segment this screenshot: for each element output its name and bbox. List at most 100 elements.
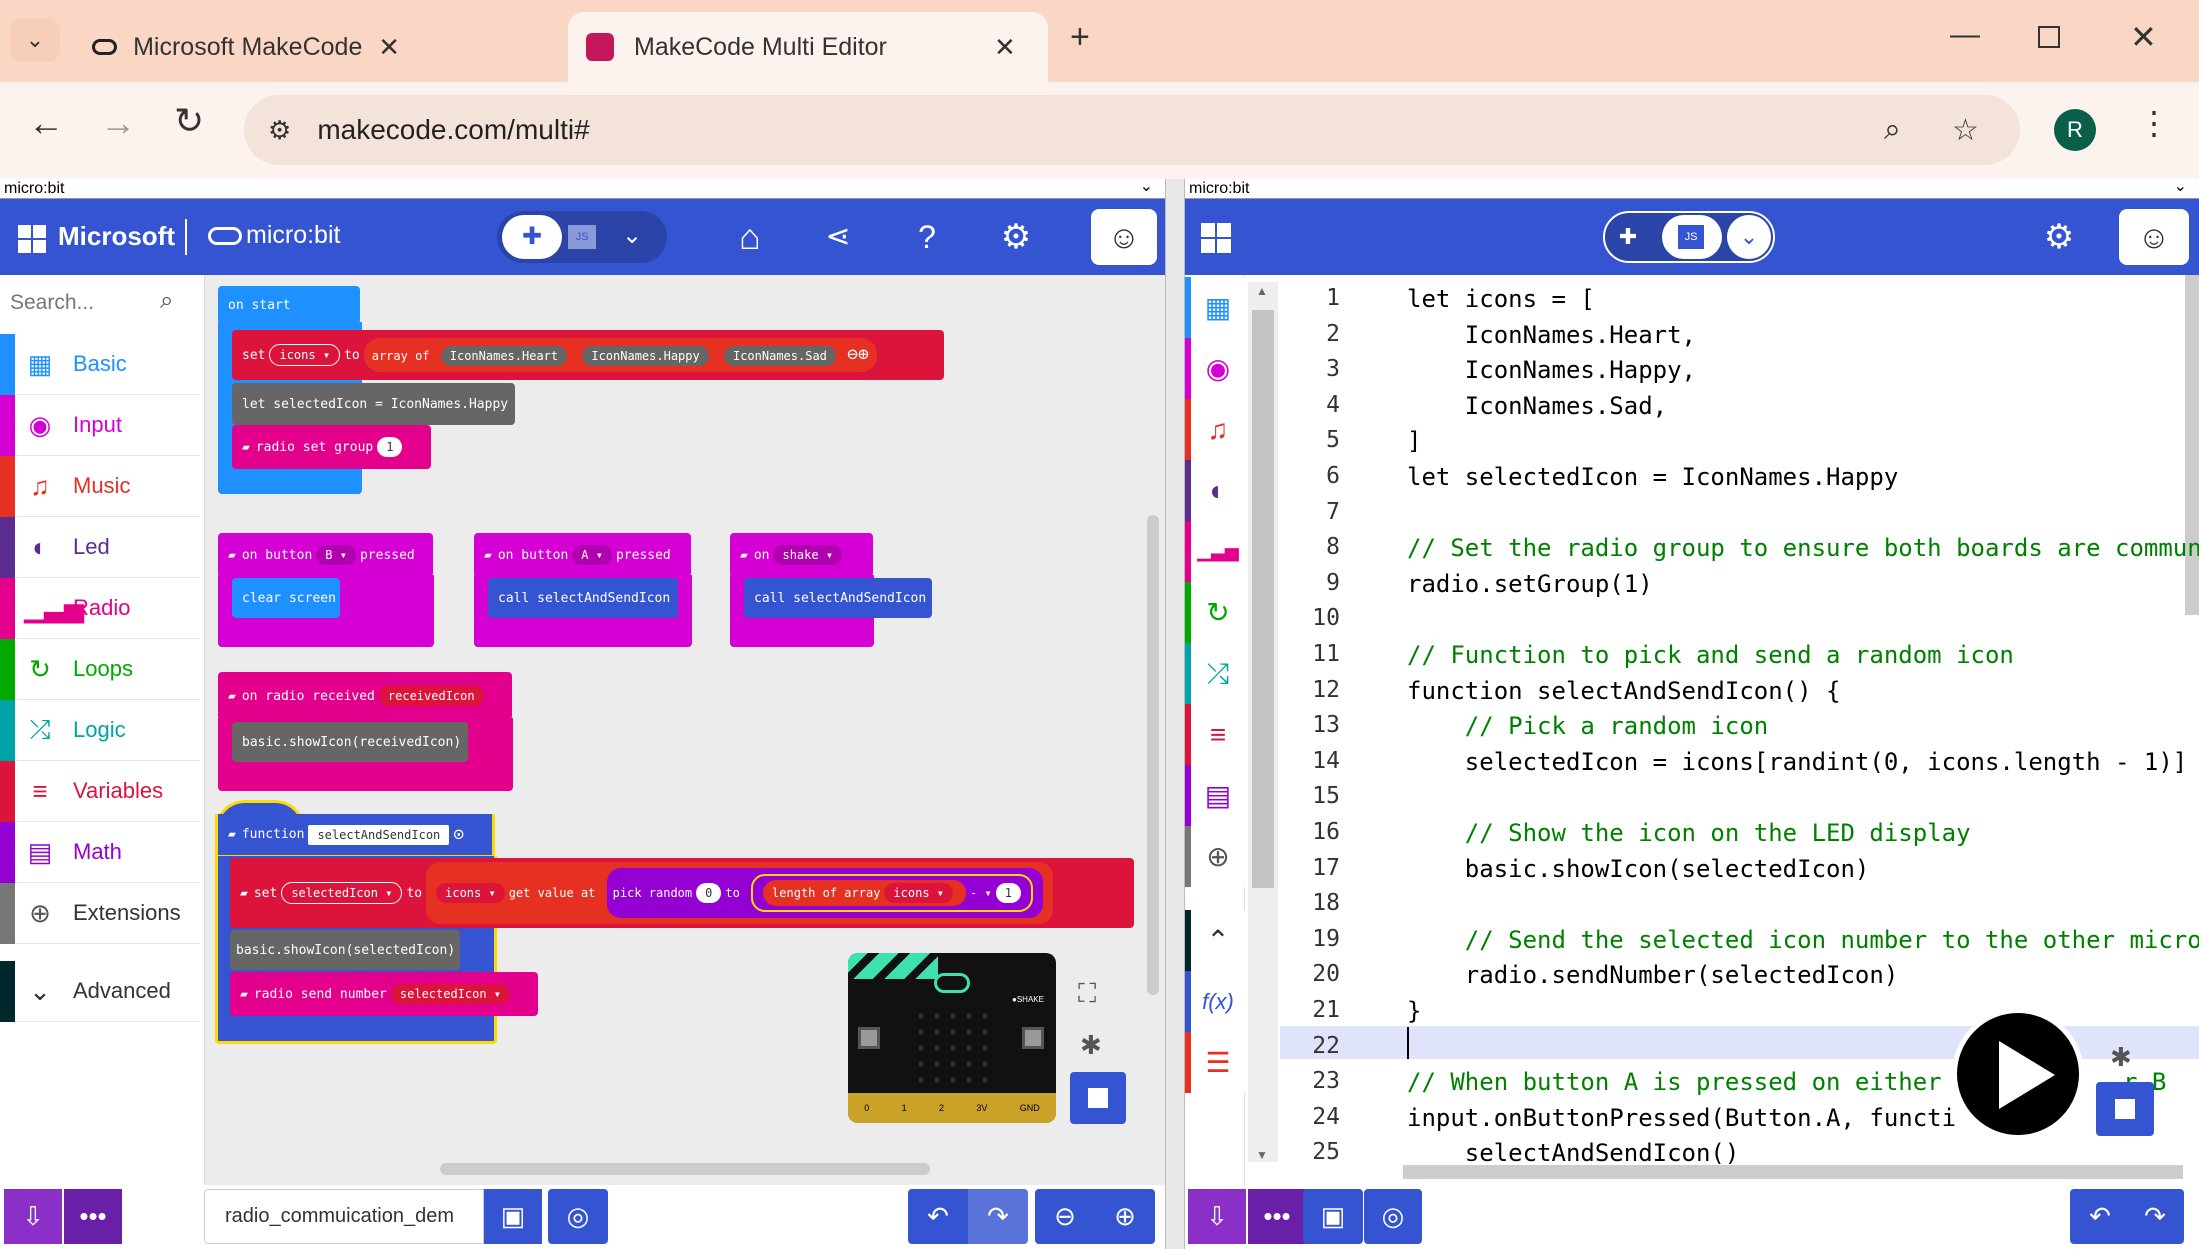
windows-grid-icon[interactable] bbox=[1201, 223, 1231, 253]
toolbox-search[interactable]: ⌕ bbox=[0, 275, 200, 335]
sim-button-b[interactable] bbox=[1022, 1027, 1044, 1049]
close-tab-icon[interactable]: ✕ bbox=[994, 32, 1016, 63]
radio-set-group-block[interactable]: ▰ radio set group 1 bbox=[232, 425, 431, 469]
download-button[interactable]: ⇩ bbox=[1188, 1189, 1246, 1244]
code-line[interactable]: // Pick a random icon bbox=[1407, 712, 1768, 740]
set-selected-icon-block[interactable]: ▰ set selectedIcon ▾ to icons ▾ get value… bbox=[230, 858, 1134, 928]
code-line[interactable]: IconNames.Happy, bbox=[1407, 356, 1696, 384]
chevron-up-icon[interactable]: ⌃ bbox=[1185, 910, 1245, 971]
get-value-block[interactable]: icons ▾ get value at pick random 0 to lengt… bbox=[426, 862, 1053, 924]
category-basic[interactable]: ▦ Basic bbox=[0, 334, 200, 395]
code-line[interactable]: radio.setGroup(1) bbox=[1407, 570, 1653, 598]
zoom-out-button[interactable]: ⊖ bbox=[1035, 1189, 1095, 1244]
more-options-button[interactable]: ••• bbox=[64, 1189, 122, 1244]
code-line[interactable]: function selectAndSendIcon() { bbox=[1407, 677, 1840, 705]
microsoft-logo[interactable] bbox=[18, 225, 46, 253]
redo-button[interactable]: ↷ bbox=[2126, 1189, 2184, 1244]
save-button[interactable]: ▣ bbox=[484, 1189, 542, 1244]
code-line[interactable]: // Show the icon on the LED display bbox=[1407, 819, 1971, 847]
code-line[interactable]: basic.showIcon(selectedIcon) bbox=[1407, 855, 1870, 883]
var-dropdown[interactable]: selectedIcon ▾ bbox=[281, 882, 403, 904]
editor-v-scrollbar[interactable] bbox=[2185, 275, 2199, 615]
category-math[interactable]: ▤ Math bbox=[0, 822, 200, 883]
zoom-icon[interactable]: ⌕ bbox=[1884, 113, 1901, 147]
array-of-block[interactable]: array of IconNames.Heart IconNames.Happy… bbox=[363, 338, 877, 372]
save-button[interactable]: ▣ bbox=[1303, 1189, 1363, 1244]
basic-category-icon[interactable]: ▦ bbox=[1185, 277, 1245, 338]
loops-category-icon[interactable]: ↻ bbox=[1185, 582, 1245, 643]
on-start-hat[interactable]: on start bbox=[218, 286, 360, 324]
var-dropdown[interactable]: icons ▾ bbox=[269, 344, 341, 366]
play-video-overlay[interactable] bbox=[1952, 1008, 2084, 1140]
workspace-h-scrollbar[interactable] bbox=[440, 1163, 930, 1175]
chevron-down-icon[interactable]: ⌄ bbox=[622, 221, 642, 250]
workspace-v-scrollbar[interactable] bbox=[1147, 515, 1159, 995]
code-line[interactable]: selectAndSendIcon() bbox=[1407, 1139, 1740, 1167]
category-advanced[interactable]: ⌄ Advanced bbox=[0, 961, 200, 1022]
redo-button[interactable]: ↷ bbox=[968, 1189, 1028, 1244]
code-line[interactable]: // Function to pick and send a random ic… bbox=[1407, 641, 2014, 669]
code-line[interactable]: // Send the selected icon number to the … bbox=[1407, 926, 2199, 954]
call-send-block[interactable]: call selectAndSendIcon bbox=[744, 578, 932, 618]
code-line[interactable]: input.onButtonPressed(Button.A, functi bbox=[1407, 1104, 1956, 1132]
blocks-mode-button[interactable]: ✚ bbox=[1607, 221, 1649, 253]
left-board-select[interactable]: micro:bit ⌄ bbox=[0, 178, 1165, 199]
operator-dropdown[interactable]: - ▾ bbox=[970, 886, 992, 900]
blocks-mode-button[interactable]: ✚ bbox=[502, 215, 562, 259]
javascript-mode-button[interactable]: JS bbox=[568, 225, 596, 249]
new-tab-button[interactable]: + bbox=[1070, 18, 1090, 57]
music-category-icon[interactable]: ♫ bbox=[1185, 399, 1245, 460]
length-of-array-block[interactable]: length of array icons ▾ bbox=[763, 880, 966, 906]
clear-screen-block[interactable]: clear screen bbox=[232, 578, 340, 618]
sim-debug-icon[interactable]: ✱ bbox=[2110, 1042, 2132, 1073]
category-radio[interactable]: ▁▃▅ Radio bbox=[0, 578, 200, 639]
close-window-button[interactable]: ✕ bbox=[2130, 18, 2157, 56]
number-input[interactable]: 1 bbox=[995, 883, 1021, 903]
minimize-button[interactable]: — bbox=[1950, 18, 1980, 52]
github-button[interactable]: ◎ bbox=[1364, 1189, 1422, 1244]
arrays-category-icon[interactable]: ☰ bbox=[1185, 1032, 1245, 1093]
logic-category-icon[interactable]: ⤮ bbox=[1185, 643, 1245, 704]
pin-label[interactable]: GND bbox=[1020, 1103, 1040, 1113]
category-extensions[interactable]: ⊕ Extensions bbox=[0, 883, 200, 944]
pick-random-block[interactable]: pick random 0 to length of array icons ▾ - ▾… bbox=[606, 868, 1043, 918]
code-line[interactable]: IconNames.Heart, bbox=[1407, 321, 1696, 349]
sim-button-a[interactable] bbox=[858, 1027, 880, 1049]
category-loops[interactable]: ↻ Loops bbox=[0, 639, 200, 700]
code-line[interactable]: let icons = [ bbox=[1407, 285, 1595, 313]
sim-stop-button[interactable] bbox=[1070, 1072, 1126, 1124]
received-icon-param[interactable]: receivedIcon bbox=[378, 686, 484, 706]
functions-category-icon[interactable]: f(x) bbox=[1185, 971, 1245, 1032]
scroll-up-icon[interactable]: ▲ bbox=[1256, 284, 1268, 298]
code-line[interactable]: ] bbox=[1407, 427, 1421, 455]
math-category-icon[interactable]: ▤ bbox=[1185, 765, 1245, 826]
help-icon[interactable]: ? bbox=[897, 199, 957, 275]
user-account-button[interactable]: ☺ bbox=[2119, 209, 2189, 265]
extensions-category-icon[interactable]: ⊕ bbox=[1185, 826, 1245, 887]
let-selected-icon-block[interactable]: let selectedIcon = IconNames.Happy bbox=[232, 383, 515, 425]
number-input[interactable]: 0 bbox=[696, 883, 722, 903]
category-variables[interactable]: ≡ Variables bbox=[0, 761, 200, 822]
button-dropdown[interactable]: B ▾ bbox=[316, 545, 356, 565]
led-category-icon[interactable]: ◐ bbox=[1185, 460, 1245, 521]
toolbox-scrollbar[interactable]: ▲ ▼ bbox=[1248, 282, 1278, 1162]
code-line[interactable]: let selectedIcon = IconNames.Happy bbox=[1407, 463, 1898, 491]
pane-divider[interactable] bbox=[1165, 179, 1185, 1249]
close-tab-icon[interactable]: ✕ bbox=[378, 32, 400, 63]
browser-menu-icon[interactable]: ⋮ bbox=[2138, 104, 2170, 142]
var-dropdown[interactable]: selectedIcon ▾ bbox=[390, 984, 511, 1004]
variables-category-icon[interactable]: ≡ bbox=[1185, 704, 1245, 765]
var-dropdown[interactable]: icons ▾ bbox=[884, 883, 953, 903]
pin-label[interactable]: 0 bbox=[864, 1103, 869, 1113]
icon-sad[interactable]: IconNames.Sad bbox=[723, 346, 836, 366]
url-bar[interactable]: ⚙ makecode.com/multi# ⌕ ☆ bbox=[244, 95, 2020, 165]
category-input[interactable]: ◉ Input bbox=[0, 395, 200, 456]
pin-label[interactable]: 1 bbox=[902, 1103, 907, 1113]
input-category-icon[interactable]: ◉ bbox=[1185, 338, 1245, 399]
maximize-button[interactable] bbox=[2038, 26, 2060, 48]
code-line[interactable]: // Set the radio group to ensure both bo… bbox=[1407, 534, 2199, 562]
javascript-mode-button[interactable]: JS bbox=[1662, 215, 1722, 259]
set-icons-block[interactable]: set icons ▾ to array of IconNames.Heart … bbox=[232, 330, 944, 380]
zoom-in-button[interactable]: ⊕ bbox=[1095, 1189, 1155, 1244]
share-icon[interactable]: ⋖ bbox=[808, 199, 868, 275]
